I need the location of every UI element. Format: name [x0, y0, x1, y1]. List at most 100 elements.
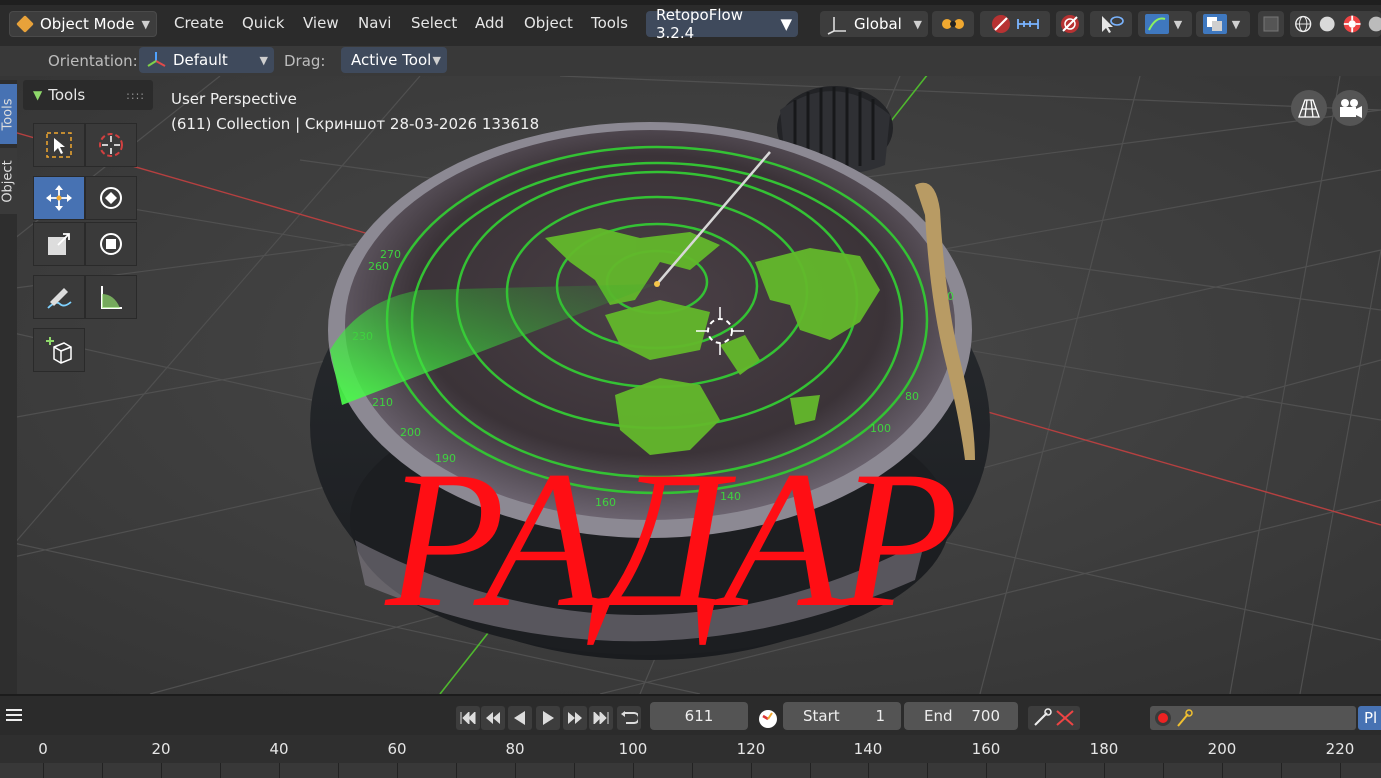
dial-number: 210	[372, 396, 393, 409]
menu-tools[interactable]: Tools	[591, 14, 628, 32]
menu-create[interactable]: Create	[174, 14, 224, 32]
timeline-ruler[interactable]: 0 20 40 60 80 100 120 140 160 180 200 22…	[0, 735, 1381, 778]
ruler-tick	[456, 763, 457, 778]
delete-keyframe-icon[interactable]	[1054, 708, 1076, 728]
ruler-label: 160	[971, 740, 1001, 758]
drag-grip-icon[interactable]: ::::	[126, 89, 145, 102]
chevron-down-icon: ▼	[432, 53, 441, 67]
ruler-tick	[220, 763, 221, 778]
ruler-tick	[1045, 763, 1046, 778]
solid-shading-icon[interactable]	[1317, 13, 1337, 35]
tool-move[interactable]	[33, 176, 85, 220]
ruler-tick	[279, 763, 280, 778]
tool-annotate[interactable]	[33, 275, 85, 319]
record-icon[interactable]	[1152, 708, 1174, 728]
chevron-down-icon: ▼	[259, 53, 268, 67]
playback-dropdown[interactable]: Pl	[1358, 706, 1381, 730]
chevron-down-icon: ▼	[1231, 17, 1241, 31]
menu-object[interactable]: Object	[524, 14, 573, 32]
hamburger-menu-icon[interactable]	[6, 707, 22, 726]
ruler-tick	[1281, 763, 1282, 778]
tool-cursor[interactable]	[85, 123, 137, 167]
ruler-tick	[1222, 763, 1223, 778]
ruler-label: 120	[736, 740, 766, 758]
camera-view-toggle[interactable]	[1332, 90, 1368, 126]
scale-icon	[48, 233, 70, 255]
orientation-dropdown[interactable]: Default ▼	[139, 47, 274, 73]
auto-keying-group[interactable]	[1150, 706, 1356, 730]
magnet-icon	[992, 15, 1010, 33]
keying-set-icon[interactable]	[1174, 708, 1198, 728]
dial-number: 260	[368, 260, 389, 273]
snap-toggle[interactable]	[980, 11, 1050, 37]
xray-toggle[interactable]	[1258, 11, 1284, 37]
play-reverse-button[interactable]	[508, 706, 532, 730]
jump-keyframe-back-button[interactable]	[481, 706, 505, 730]
ruler-tick	[574, 763, 575, 778]
ruler-tick	[986, 763, 987, 778]
end-value: 700	[971, 707, 1000, 725]
jump-end-button[interactable]	[589, 706, 613, 730]
retopoflow-button[interactable]: RetopoFlow 3.2.4 ▼	[646, 6, 798, 42]
menu-add[interactable]: Add	[475, 14, 504, 32]
ruler-tick	[927, 763, 928, 778]
keying-buttons[interactable]	[1028, 706, 1080, 730]
tool-rotate[interactable]	[85, 176, 137, 220]
drag-value: Active Tool	[351, 51, 432, 69]
proportional-edit-toggle[interactable]	[1056, 11, 1084, 37]
tab-tools[interactable]: Tools	[0, 84, 17, 144]
drag-label: Drag:	[284, 52, 326, 70]
ruler-label: 40	[269, 740, 289, 758]
overlays-toggle[interactable]: ▼	[1196, 11, 1250, 37]
drag-dropdown[interactable]: Active Tool ▼	[341, 47, 447, 73]
tool-scale[interactable]	[33, 222, 85, 266]
ruler-label: 60	[387, 740, 407, 758]
tab-object-label: Object	[1, 159, 16, 203]
rotate-icon	[100, 187, 122, 209]
menu-select[interactable]: Select	[411, 14, 457, 32]
ruler-tick	[338, 763, 339, 778]
start-label: Start	[803, 707, 840, 725]
gizmo-toggle[interactable]: ▼	[1138, 11, 1192, 37]
end-frame-field[interactable]: End 700	[904, 702, 1018, 730]
timeline-track	[0, 763, 1381, 778]
play-button[interactable]	[536, 706, 560, 730]
tool-add-cube[interactable]	[33, 328, 85, 372]
pivot-point-button[interactable]	[932, 11, 974, 37]
rendered-shading-icon[interactable]	[1366, 13, 1381, 35]
tool-transform[interactable]	[85, 222, 137, 266]
menu-view[interactable]: View	[303, 14, 339, 32]
shading-modes[interactable]	[1290, 11, 1381, 37]
start-frame-field[interactable]: Start 1	[783, 702, 901, 730]
ruler-tick	[692, 763, 693, 778]
ruler-tick	[810, 763, 811, 778]
ruler-label: 180	[1089, 740, 1119, 758]
jump-end-icon	[593, 712, 609, 724]
transform-orientation-dropdown[interactable]: Global ▼	[820, 11, 928, 37]
menu-navi[interactable]: Navi	[358, 14, 391, 32]
jump-start-button[interactable]	[456, 706, 480, 730]
tab-object[interactable]: Object	[0, 148, 17, 214]
tools-panel-header[interactable]: ▼ Tools ::::	[23, 80, 153, 110]
chevron-down-icon: ▼	[780, 15, 792, 33]
visibility-selectability-dropdown[interactable]	[1090, 11, 1132, 37]
loop-button[interactable]	[617, 706, 641, 730]
keyframe-key-icon[interactable]	[1032, 708, 1054, 728]
current-frame-field[interactable]: 611	[650, 702, 748, 730]
wireframe-shading-icon[interactable]	[1293, 13, 1313, 35]
3d-viewport[interactable]: 140 160 190 200 210 230 260 270 30 60 80…	[0, 76, 1381, 694]
tool-select-box[interactable]	[33, 123, 85, 167]
end-label: End	[924, 707, 953, 725]
orientation-value: Default	[173, 51, 228, 69]
playback-label: Pl	[1364, 709, 1378, 727]
mode-selector[interactable]: Object Mode ▼	[9, 11, 157, 37]
material-shading-icon[interactable]	[1342, 13, 1362, 35]
jump-keyframe-forward-button[interactable]	[563, 706, 587, 730]
ruler-label: 80	[505, 740, 525, 758]
preview-range-toggle[interactable]	[756, 706, 780, 730]
gizmo-icon	[1144, 14, 1169, 34]
tool-measure[interactable]	[85, 275, 137, 319]
tab-tools-label: Tools	[1, 97, 16, 131]
menu-quick[interactable]: Quick	[242, 14, 284, 32]
ortho-toggle[interactable]	[1291, 90, 1327, 126]
